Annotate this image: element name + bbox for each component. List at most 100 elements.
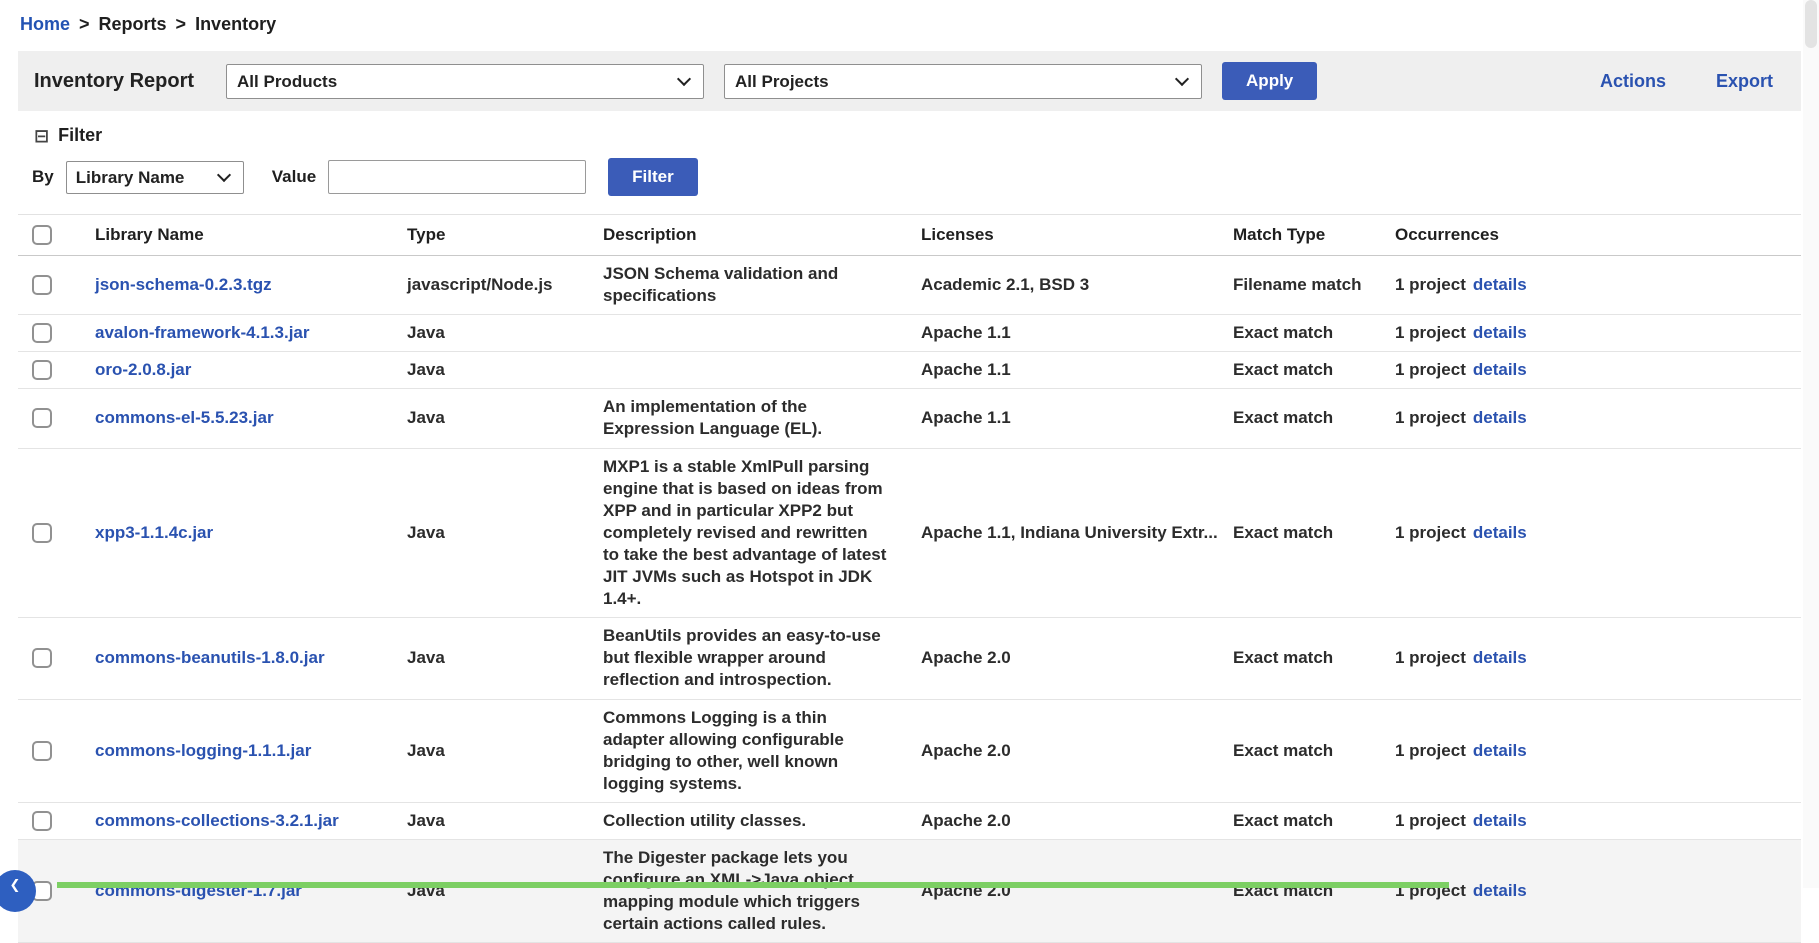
breadcrumb-separator: >: [79, 14, 90, 34]
library-name-link[interactable]: commons-beanutils-1.8.0.jar: [95, 648, 325, 667]
match-type-cell: Exact match: [1218, 740, 1380, 762]
type-cell: Java: [392, 647, 588, 669]
match-type-cell: Filename match: [1218, 274, 1380, 296]
match-type-cell: Exact match: [1218, 359, 1380, 381]
library-name-link[interactable]: xpp3-1.1.4c.jar: [95, 523, 213, 542]
filter-section-label: Filter: [58, 125, 102, 146]
details-link[interactable]: details: [1473, 648, 1527, 667]
column-header-licenses: Licenses: [906, 225, 1218, 245]
licenses-cell: Apache 2.0: [906, 810, 1218, 832]
filter-by-select-control[interactable]: Library Name: [66, 161, 244, 194]
details-link[interactable]: details: [1473, 323, 1527, 342]
match-type-cell: Exact match: [1218, 810, 1380, 832]
column-header-occurrences: Occurrences: [1380, 225, 1801, 245]
table-header-row: Library Name Type Description Licenses M…: [18, 214, 1801, 256]
products-filter-select-control[interactable]: All Products: [226, 64, 704, 99]
vertical-scrollbar: [1803, 0, 1819, 888]
match-type-cell: Exact match: [1218, 522, 1380, 544]
select-all-checkbox[interactable]: [32, 225, 52, 245]
details-link[interactable]: details: [1473, 408, 1527, 427]
occurrences-count: 1 project: [1395, 741, 1466, 760]
occurrences-cell: 1 project details: [1380, 740, 1801, 762]
type-cell: javascript/Node.js: [392, 274, 588, 296]
export-link[interactable]: Export: [1716, 71, 1773, 92]
collapse-section-icon[interactable]: ⊟: [34, 127, 49, 145]
filter-section-header: ⊟ Filter: [34, 125, 1819, 146]
breadcrumb-reports[interactable]: Reports: [99, 14, 167, 34]
row-checkbox[interactable]: [32, 811, 52, 831]
licenses-cell: Apache 1.1, Indiana University Extr...: [906, 522, 1218, 544]
table-row: commons-beanutils-1.8.0.jar Java BeanUti…: [18, 618, 1801, 699]
library-name-link[interactable]: commons-collections-3.2.1.jar: [95, 811, 339, 830]
occurrences-count: 1 project: [1395, 408, 1466, 427]
row-checkbox[interactable]: [32, 523, 52, 543]
details-link[interactable]: details: [1473, 741, 1527, 760]
projects-filter-select[interactable]: All Projects: [724, 64, 1202, 99]
breadcrumb: Home > Reports > Inventory: [0, 0, 1819, 45]
licenses-cell: Apache 2.0: [906, 740, 1218, 762]
library-name-link[interactable]: commons-logging-1.1.1.jar: [95, 741, 311, 760]
table-row: avalon-framework-4.1.3.jar Java Apache 1…: [18, 315, 1801, 352]
header-links: Actions Export: [1600, 71, 1785, 92]
library-name-link[interactable]: avalon-framework-4.1.3.jar: [95, 323, 309, 342]
table-body: json-schema-0.2.3.tgz javascript/Node.js…: [18, 256, 1801, 943]
bottom-progress-bar: [57, 882, 1449, 888]
inventory-table: Library Name Type Description Licenses M…: [18, 214, 1801, 943]
breadcrumb-separator: >: [176, 14, 187, 34]
table-row: commons-logging-1.1.1.jar Java Commons L…: [18, 700, 1801, 803]
occurrences-cell: 1 project details: [1380, 359, 1801, 381]
breadcrumb-home[interactable]: Home: [20, 14, 70, 34]
table-row: xpp3-1.1.4c.jar Java MXP1 is a stable Xm…: [18, 449, 1801, 619]
table-row: commons-collections-3.2.1.jar Java Colle…: [18, 803, 1801, 840]
library-name-link[interactable]: commons-el-5.5.23.jar: [95, 408, 274, 427]
library-name-link[interactable]: json-schema-0.2.3.tgz: [95, 275, 272, 294]
description-cell: MXP1 is a stable XmlPull parsing engine …: [588, 456, 906, 611]
value-label: Value: [272, 167, 316, 187]
description-cell: The Digester package lets you configure …: [588, 847, 906, 935]
licenses-cell: Apache 1.1: [906, 322, 1218, 344]
details-link[interactable]: details: [1473, 523, 1527, 542]
filter-value-input[interactable]: [328, 160, 586, 194]
column-header-library-name: Library Name: [80, 225, 392, 245]
row-checkbox[interactable]: [32, 648, 52, 668]
occurrences-cell: 1 project details: [1380, 274, 1801, 296]
vertical-scrollbar-thumb[interactable]: [1805, 0, 1817, 48]
apply-button[interactable]: Apply: [1222, 62, 1317, 100]
table-row: json-schema-0.2.3.tgz javascript/Node.js…: [18, 256, 1801, 315]
occurrences-count: 1 project: [1395, 360, 1466, 379]
occurrences-count: 1 project: [1395, 275, 1466, 294]
report-header-bar: Inventory Report All Products All Projec…: [18, 51, 1801, 111]
details-link[interactable]: details: [1473, 275, 1527, 294]
details-link[interactable]: details: [1473, 881, 1527, 900]
products-filter-select[interactable]: All Products: [226, 64, 704, 99]
row-checkbox[interactable]: [32, 323, 52, 343]
occurrences-count: 1 project: [1395, 523, 1466, 542]
actions-link[interactable]: Actions: [1600, 71, 1666, 92]
table-row: commons-digester-1.7.jar Java The Digest…: [18, 840, 1801, 943]
row-checkbox[interactable]: [32, 360, 52, 380]
match-type-cell: Exact match: [1218, 647, 1380, 669]
description-cell: Commons Logging is a thin adapter allowi…: [588, 707, 906, 795]
column-header-type: Type: [392, 225, 588, 245]
occurrences-cell: 1 project details: [1380, 407, 1801, 429]
row-checkbox[interactable]: [32, 275, 52, 295]
filter-controls: By Library Name Value Filter: [32, 158, 1819, 196]
filter-button[interactable]: Filter: [608, 158, 698, 196]
row-checkbox[interactable]: [32, 408, 52, 428]
type-cell: Java: [392, 522, 588, 544]
occurrences-cell: 1 project details: [1380, 810, 1801, 832]
by-label: By: [32, 167, 54, 187]
row-checkbox[interactable]: [32, 741, 52, 761]
type-cell: Java: [392, 810, 588, 832]
library-name-link[interactable]: oro-2.0.8.jar: [95, 360, 191, 379]
occurrences-count: 1 project: [1395, 811, 1466, 830]
filter-by-select[interactable]: Library Name: [66, 161, 244, 194]
type-cell: Java: [392, 407, 588, 429]
details-link[interactable]: details: [1473, 811, 1527, 830]
type-cell: Java: [392, 322, 588, 344]
details-link[interactable]: details: [1473, 360, 1527, 379]
breadcrumb-inventory: Inventory: [195, 14, 276, 34]
occurrences-count: 1 project: [1395, 648, 1466, 667]
page-title: Inventory Report: [34, 70, 194, 93]
projects-filter-select-control[interactable]: All Projects: [724, 64, 1202, 99]
